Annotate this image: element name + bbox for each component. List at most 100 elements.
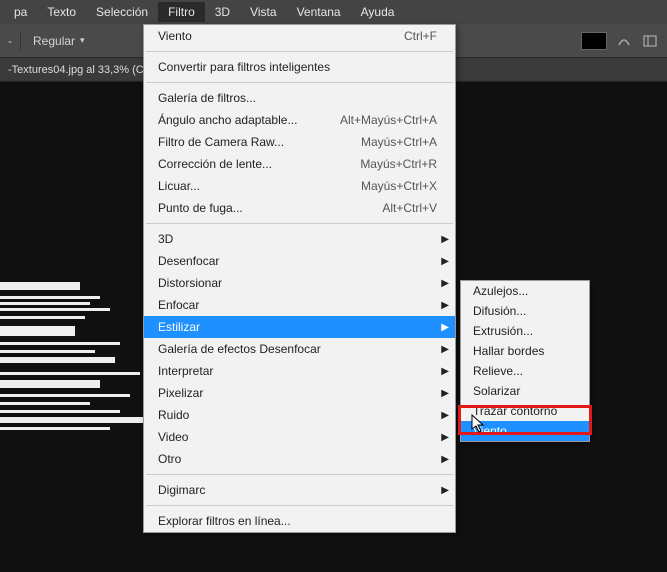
menu-otro[interactable]: Otro ▶ bbox=[144, 448, 455, 470]
menu-ruido[interactable]: Ruido ▶ bbox=[144, 404, 455, 426]
menu-item-3d[interactable]: 3D bbox=[205, 2, 240, 22]
menu-interpretar[interactable]: Interpretar ▶ bbox=[144, 360, 455, 382]
menu-camera-raw[interactable]: Filtro de Camera Raw... Mayús+Ctrl+A bbox=[144, 131, 455, 153]
menu-angulo-ancho[interactable]: Ángulo ancho adaptable... Alt+Mayús+Ctrl… bbox=[144, 109, 455, 131]
menu-label: Corrección de lente... bbox=[158, 157, 360, 171]
menu-separator bbox=[146, 505, 453, 506]
menu-shortcut: Alt+Ctrl+V bbox=[382, 201, 437, 215]
submenu-arrow-icon: ▶ bbox=[441, 410, 449, 421]
menu-galeria-filtros[interactable]: Galería de filtros... bbox=[144, 87, 455, 109]
submenu-extrusion[interactable]: Extrusión... bbox=[461, 321, 589, 341]
submenu-viento[interactable]: Viento... bbox=[461, 421, 589, 441]
menu-label: Galería de filtros... bbox=[158, 91, 437, 105]
menu-item-filtro[interactable]: Filtro bbox=[158, 2, 205, 22]
submenu-arrow-icon: ▶ bbox=[441, 366, 449, 377]
submenu-arrow-icon: ▶ bbox=[441, 454, 449, 465]
menu-convertir-filtros-inteligentes[interactable]: Convertir para filtros inteligentes bbox=[144, 56, 455, 78]
menu-label: Estilizar bbox=[158, 320, 437, 334]
submenu-hallar-bordes[interactable]: Hallar bordes bbox=[461, 341, 589, 361]
submenu-difusion[interactable]: Difusión... bbox=[461, 301, 589, 321]
menu-licuar[interactable]: Licuar... Mayús+Ctrl+X bbox=[144, 175, 455, 197]
document-tab-title[interactable]: -Textures04.jpg al 33,3% (C bbox=[8, 64, 144, 76]
panels-icon[interactable] bbox=[641, 32, 659, 50]
menu-label: Enfocar bbox=[158, 298, 437, 312]
filter-dropdown-menu: Viento Ctrl+F Convertir para filtros int… bbox=[143, 24, 456, 533]
menu-label: Ruido bbox=[158, 408, 437, 422]
submenu-arrow-icon: ▶ bbox=[441, 300, 449, 311]
menu-separator bbox=[146, 474, 453, 475]
menu-video[interactable]: Video ▶ bbox=[144, 426, 455, 448]
menu-viento[interactable]: Viento Ctrl+F bbox=[144, 25, 455, 47]
submenu-arrow-icon: ▶ bbox=[441, 432, 449, 443]
menu-label: Filtro de Camera Raw... bbox=[158, 135, 361, 149]
menu-label: Distorsionar bbox=[158, 276, 437, 290]
font-style-label: Regular bbox=[33, 34, 75, 48]
menu-separator bbox=[146, 223, 453, 224]
warp-text-icon[interactable] bbox=[615, 32, 633, 50]
menu-item-texto[interactable]: Texto bbox=[37, 2, 86, 22]
menu-separator bbox=[146, 51, 453, 52]
menu-3d[interactable]: 3D ▶ bbox=[144, 228, 455, 250]
menu-shortcut: Mayús+Ctrl+A bbox=[361, 135, 437, 149]
submenu-arrow-icon: ▶ bbox=[441, 388, 449, 399]
submenu-label: Azulejos... bbox=[473, 284, 528, 298]
menu-galeria-desenfocar[interactable]: Galería de efectos Desenfocar ▶ bbox=[144, 338, 455, 360]
submenu-relieve[interactable]: Relieve... bbox=[461, 361, 589, 381]
menu-label: Viento bbox=[158, 29, 404, 43]
menu-label: Convertir para filtros inteligentes bbox=[158, 60, 437, 74]
menu-item-pa[interactable]: pa bbox=[4, 2, 37, 22]
toolbar-left-label: - bbox=[8, 34, 12, 48]
menu-distorsionar[interactable]: Distorsionar ▶ bbox=[144, 272, 455, 294]
submenu-trazar-contorno[interactable]: Trazar contorno bbox=[461, 401, 589, 421]
menu-desenfocar[interactable]: Desenfocar ▶ bbox=[144, 250, 455, 272]
menu-item-ayuda[interactable]: Ayuda bbox=[351, 2, 405, 22]
menu-label: Otro bbox=[158, 452, 437, 466]
submenu-label: Difusión... bbox=[473, 304, 526, 318]
submenu-arrow-icon: ▶ bbox=[441, 485, 449, 496]
menu-label: Desenfocar bbox=[158, 254, 437, 268]
menu-label: Licuar... bbox=[158, 179, 361, 193]
menu-shortcut: Alt+Mayús+Ctrl+A bbox=[340, 113, 437, 127]
menu-item-seleccion[interactable]: Selección bbox=[86, 2, 158, 22]
menu-correccion-lente[interactable]: Corrección de lente... Mayús+Ctrl+R bbox=[144, 153, 455, 175]
menu-label: Punto de fuga... bbox=[158, 201, 382, 215]
menu-estilizar[interactable]: Estilizar ▶ bbox=[144, 316, 455, 338]
submenu-label: Trazar contorno bbox=[473, 404, 557, 418]
menu-separator bbox=[146, 82, 453, 83]
menu-enfocar[interactable]: Enfocar ▶ bbox=[144, 294, 455, 316]
menu-label: Pixelizar bbox=[158, 386, 437, 400]
menu-label: 3D bbox=[158, 232, 437, 246]
submenu-arrow-icon: ▶ bbox=[441, 322, 449, 333]
menu-shortcut: Mayús+Ctrl+X bbox=[361, 179, 437, 193]
menu-shortcut: Mayús+Ctrl+R bbox=[360, 157, 437, 171]
estilizar-submenu: Azulejos... Difusión... Extrusión... Hal… bbox=[460, 280, 590, 442]
font-style-dropdown[interactable]: Regular ▾ bbox=[29, 32, 89, 50]
submenu-label: Hallar bordes bbox=[473, 344, 544, 358]
submenu-arrow-icon: ▶ bbox=[441, 278, 449, 289]
submenu-label: Relieve... bbox=[473, 364, 523, 378]
color-swatch[interactable] bbox=[581, 32, 607, 50]
menubar: pa Texto Selección Filtro 3D Vista Venta… bbox=[0, 0, 667, 24]
submenu-arrow-icon: ▶ bbox=[441, 344, 449, 355]
menu-label: Interpretar bbox=[158, 364, 437, 378]
submenu-solarizar[interactable]: Solarizar bbox=[461, 381, 589, 401]
menu-item-vista[interactable]: Vista bbox=[240, 2, 286, 22]
submenu-label: Solarizar bbox=[473, 384, 520, 398]
submenu-label: Extrusión... bbox=[473, 324, 533, 338]
chevron-down-icon: ▾ bbox=[80, 35, 85, 46]
menu-shortcut: Ctrl+F bbox=[404, 29, 437, 43]
menu-explorar-filtros[interactable]: Explorar filtros en línea... bbox=[144, 510, 455, 532]
menu-label: Video bbox=[158, 430, 437, 444]
menu-punto-fuga[interactable]: Punto de fuga... Alt+Ctrl+V bbox=[144, 197, 455, 219]
menu-label: Ángulo ancho adaptable... bbox=[158, 113, 340, 127]
menu-label: Galería de efectos Desenfocar bbox=[158, 342, 437, 356]
menu-pixelizar[interactable]: Pixelizar ▶ bbox=[144, 382, 455, 404]
menu-digimarc[interactable]: Digimarc ▶ bbox=[144, 479, 455, 501]
menu-label: Digimarc bbox=[158, 483, 437, 497]
menu-label: Explorar filtros en línea... bbox=[158, 514, 437, 528]
menu-item-ventana[interactable]: Ventana bbox=[287, 2, 351, 22]
submenu-arrow-icon: ▶ bbox=[441, 256, 449, 267]
submenu-azulejos[interactable]: Azulejos... bbox=[461, 281, 589, 301]
submenu-arrow-icon: ▶ bbox=[441, 234, 449, 245]
toolbar-divider bbox=[20, 31, 21, 51]
